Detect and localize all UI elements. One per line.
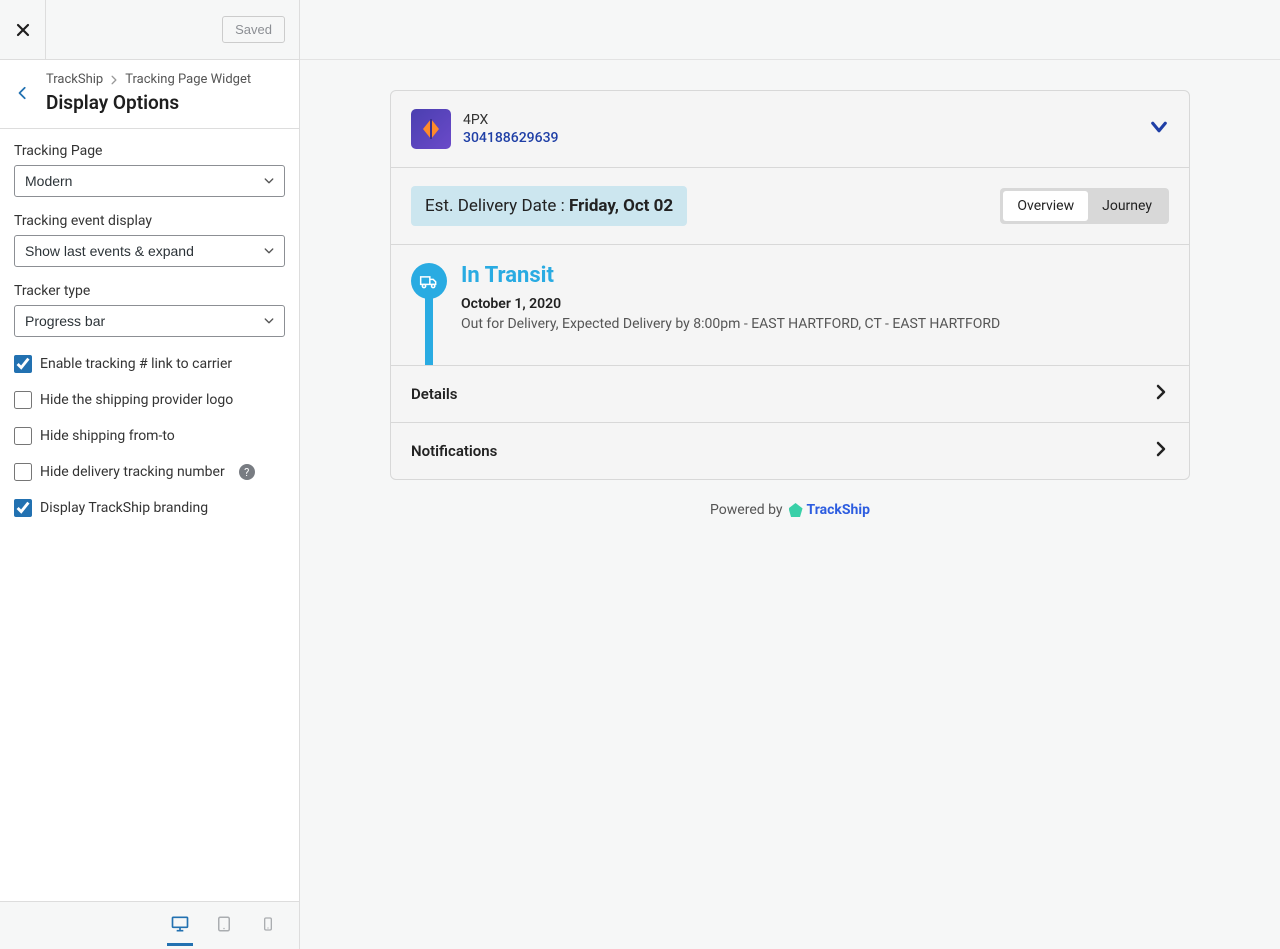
notifications-label: Notifications bbox=[411, 442, 497, 460]
hide-fromto-label: Hide shipping from-to bbox=[40, 428, 175, 444]
tracking-number-link[interactable]: 304188629639 bbox=[463, 130, 558, 146]
carrier-expand-button[interactable] bbox=[1149, 117, 1169, 141]
tab-overview[interactable]: Overview bbox=[1003, 191, 1088, 221]
panel-title: Display Options bbox=[46, 91, 251, 114]
tracking-page-select[interactable]: Modern bbox=[14, 165, 285, 197]
status-title: In Transit bbox=[461, 263, 1000, 288]
hide-fromto-checkbox[interactable] bbox=[14, 427, 32, 445]
details-expand[interactable]: Details bbox=[411, 384, 1169, 404]
eta-badge: Est. Delivery Date : Friday, Oct 02 bbox=[411, 186, 687, 226]
tablet-icon bbox=[215, 915, 233, 933]
hide-number-checkbox-row[interactable]: Hide delivery tracking number ? bbox=[14, 463, 285, 481]
chevron-right-icon bbox=[109, 75, 119, 85]
device-tablet-button[interactable] bbox=[211, 906, 237, 946]
status-icon bbox=[411, 263, 447, 299]
truck-icon bbox=[419, 271, 439, 291]
tracking-event-display-label: Tracking event display bbox=[14, 213, 285, 229]
preview-topbar bbox=[300, 0, 1280, 60]
chevron-left-icon bbox=[16, 86, 30, 100]
tracker-type-select[interactable]: Progress bar bbox=[14, 305, 285, 337]
eta-label: Est. Delivery Date : bbox=[425, 196, 569, 216]
status-description: Out for Delivery, Expected Delivery by 8… bbox=[461, 316, 1000, 332]
breadcrumb: TrackShip Tracking Page Widget bbox=[46, 72, 251, 87]
close-button[interactable] bbox=[0, 0, 46, 60]
carrier-logo-icon bbox=[419, 117, 443, 141]
carrier-name: 4PX bbox=[463, 112, 558, 128]
device-desktop-button[interactable] bbox=[167, 906, 193, 946]
tracking-event-display-select[interactable]: Show last events & expand bbox=[14, 235, 285, 267]
hide-fromto-checkbox-row[interactable]: Hide shipping from-to bbox=[14, 427, 285, 445]
hide-logo-label: Hide the shipping provider logo bbox=[40, 392, 233, 408]
chevron-right-icon bbox=[1153, 384, 1169, 400]
branding-label: Display TrackShip branding bbox=[40, 500, 208, 516]
status-date: October 1, 2020 bbox=[461, 296, 1000, 312]
back-button[interactable] bbox=[0, 86, 46, 100]
chevron-right-icon bbox=[1153, 441, 1169, 457]
brand-mark-icon bbox=[789, 503, 803, 517]
desktop-icon bbox=[170, 914, 190, 934]
close-icon bbox=[15, 22, 31, 38]
help-icon[interactable]: ? bbox=[239, 464, 255, 480]
hide-logo-checkbox-row[interactable]: Hide the shipping provider logo bbox=[14, 391, 285, 409]
tracker-type-label: Tracker type bbox=[14, 283, 285, 299]
tracking-widget: 4PX 304188629639 Est. Delivery Date : Fr… bbox=[390, 90, 1190, 480]
hide-number-label: Hide delivery tracking number bbox=[40, 464, 225, 480]
details-label: Details bbox=[411, 385, 457, 403]
breadcrumb-leaf: Tracking Page Widget bbox=[125, 72, 251, 87]
branding-checkbox-row[interactable]: Display TrackShip branding bbox=[14, 499, 285, 517]
hide-logo-checkbox[interactable] bbox=[14, 391, 32, 409]
saved-button: Saved bbox=[222, 16, 285, 43]
mobile-icon bbox=[260, 916, 276, 932]
chevron-down-icon bbox=[1149, 117, 1169, 137]
branding-checkbox[interactable] bbox=[14, 499, 32, 517]
powered-by: Powered by TrackShip bbox=[390, 502, 1190, 518]
powered-label: Powered by bbox=[710, 502, 783, 518]
progress-line bbox=[425, 297, 433, 365]
tab-journey[interactable]: Journey bbox=[1088, 191, 1166, 221]
enable-link-label: Enable tracking # link to carrier bbox=[40, 356, 232, 372]
device-mobile-button[interactable] bbox=[255, 906, 281, 946]
carrier-logo bbox=[411, 109, 451, 149]
hide-number-checkbox[interactable] bbox=[14, 463, 32, 481]
tracking-page-label: Tracking Page bbox=[14, 143, 285, 159]
breadcrumb-root[interactable]: TrackShip bbox=[46, 72, 103, 87]
brand-link[interactable]: TrackShip bbox=[789, 502, 870, 518]
notifications-expand[interactable]: Notifications bbox=[411, 441, 1169, 461]
eta-value: Friday, Oct 02 bbox=[569, 196, 673, 216]
enable-link-checkbox-row[interactable]: Enable tracking # link to carrier bbox=[14, 355, 285, 373]
tab-group: Overview Journey bbox=[1000, 188, 1169, 224]
enable-link-checkbox[interactable] bbox=[14, 355, 32, 373]
brand-name: TrackShip bbox=[807, 502, 870, 518]
